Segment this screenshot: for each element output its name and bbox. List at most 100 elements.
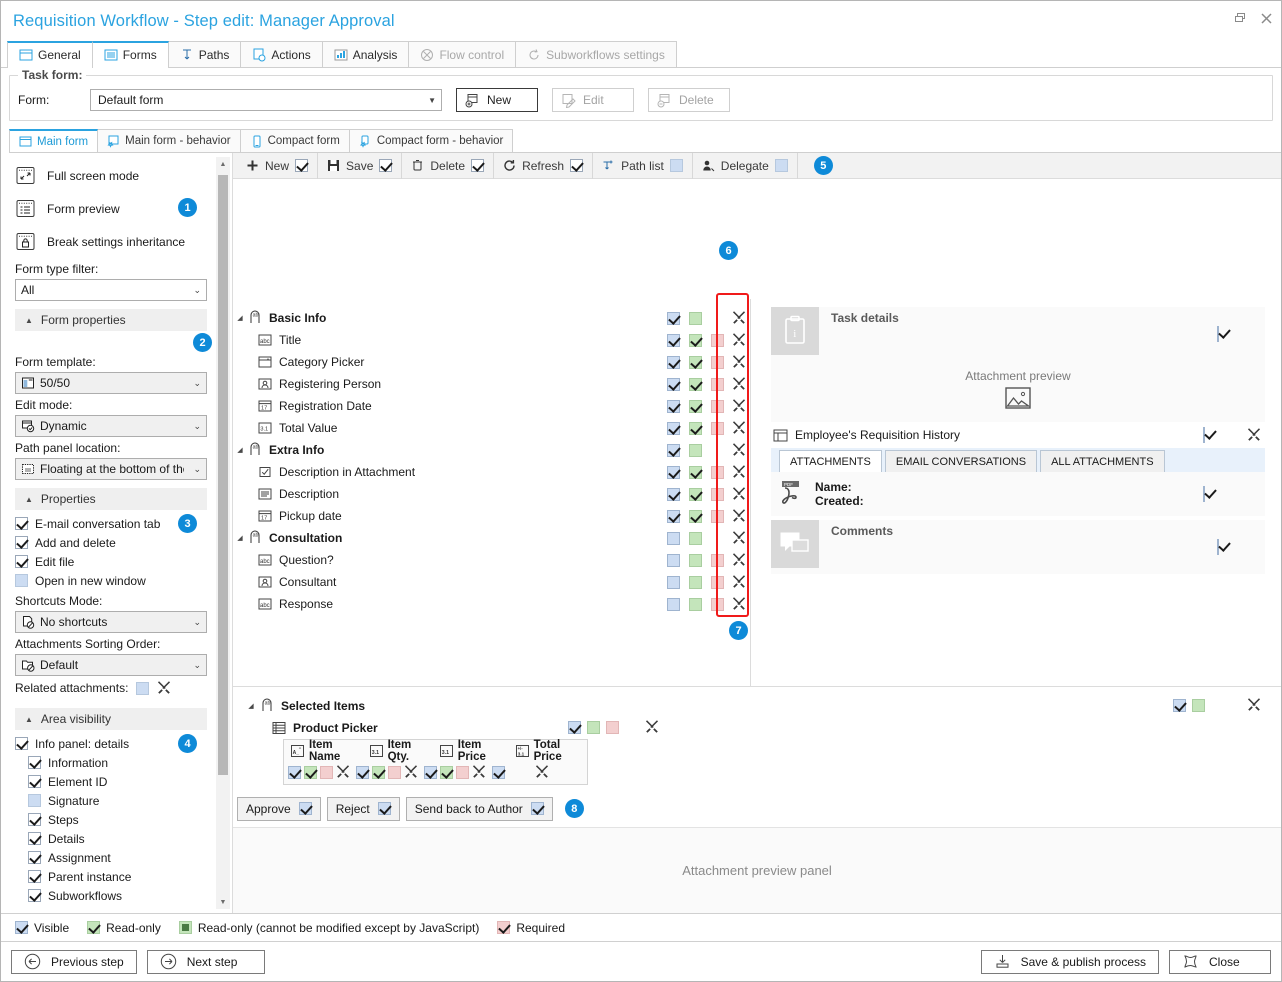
required-flag[interactable] xyxy=(710,465,724,479)
delete-form-button[interactable]: Delete xyxy=(648,88,730,112)
readonly-flag[interactable] xyxy=(688,377,702,391)
visible-flag[interactable] xyxy=(666,421,680,435)
tab-all-attachments[interactable]: ALL ATTACHMENTS xyxy=(1040,450,1165,472)
toolbar-path-list[interactable]: Path list xyxy=(593,152,693,179)
form-type-filter-select[interactable]: All ⌄ xyxy=(15,279,207,301)
required-flag[interactable] xyxy=(710,553,724,567)
area-element-id[interactable]: Element ID xyxy=(15,772,205,791)
readonly-flag[interactable] xyxy=(688,575,702,589)
history-visible-checkbox[interactable] xyxy=(1203,427,1205,443)
checkbox[interactable] xyxy=(28,775,41,788)
visible-flag[interactable] xyxy=(288,766,301,779)
required-flag[interactable] xyxy=(710,575,724,589)
required-flag[interactable] xyxy=(456,766,469,779)
checkbox[interactable] xyxy=(28,813,41,826)
required-flag[interactable] xyxy=(710,399,724,413)
properties-section-header[interactable]: ▲ Properties xyxy=(15,488,207,510)
tab-main-form-behavior[interactable]: Main form - behavior xyxy=(97,129,241,152)
tree-row-field[interactable]: abc Question? xyxy=(233,549,750,571)
tab-compact-form-behavior[interactable]: Compact form - behavior xyxy=(348,129,514,152)
task-details-visible-checkbox[interactable] xyxy=(1217,326,1219,342)
path-visible-checkbox[interactable] xyxy=(298,802,312,815)
tab-analysis[interactable]: Analysis xyxy=(321,41,410,67)
visible-flag[interactable] xyxy=(356,766,369,779)
selected-items-visible-checkbox[interactable] xyxy=(1173,699,1186,712)
readonly-flag[interactable] xyxy=(688,509,702,523)
checkbox[interactable] xyxy=(28,832,41,845)
readonly-flag[interactable] xyxy=(304,766,317,779)
form-preview-row[interactable]: Form preview 1 xyxy=(15,192,205,225)
tools-icon[interactable] xyxy=(732,310,746,327)
next-step-button[interactable]: Next step xyxy=(146,949,265,974)
checkbox[interactable] xyxy=(28,889,41,902)
tab-paths[interactable]: Paths xyxy=(167,41,242,67)
checkbox[interactable] xyxy=(28,870,41,883)
picker-readonly-checkbox[interactable] xyxy=(587,721,600,734)
toolbar-visible-checkbox[interactable] xyxy=(570,159,584,172)
selected-items-readonly-checkbox[interactable] xyxy=(1192,699,1205,712)
tree-row-field[interactable]: 3.1 Total Value xyxy=(233,417,750,439)
property-add-and-delete[interactable]: Add and delete xyxy=(15,533,205,552)
readonly-flag[interactable] xyxy=(688,597,702,611)
readonly-flag[interactable] xyxy=(688,531,702,545)
property-email-conversation-tab[interactable]: E-mail conversation tab xyxy=(15,514,205,533)
required-flag[interactable] xyxy=(710,487,724,501)
readonly-flag[interactable] xyxy=(688,421,702,435)
tab-forms[interactable]: Forms xyxy=(91,41,169,68)
close-icon[interactable] xyxy=(1257,9,1275,27)
toolbar-delete[interactable]: Delete xyxy=(402,152,495,179)
collapse-arrow-icon[interactable]: ◢ xyxy=(233,446,247,454)
tab-subworkflows-settings[interactable]: Subworkflows settings xyxy=(515,41,677,67)
form-dropdown[interactable]: Default form ▼ xyxy=(90,89,442,111)
tree-row-field[interactable]: abc Title xyxy=(233,329,750,351)
shortcuts-mode-select[interactable]: No shortcuts ⌄ xyxy=(15,611,207,633)
toolbar-visible-checkbox[interactable] xyxy=(471,159,485,172)
tree-row-field[interactable]: Registering Person xyxy=(233,373,750,395)
tree-row-field[interactable]: Category Picker xyxy=(233,351,750,373)
picker-required-checkbox[interactable] xyxy=(606,721,619,734)
readonly-flag[interactable] xyxy=(688,465,702,479)
tools-icon[interactable] xyxy=(1247,427,1261,444)
form-properties-section-header[interactable]: ▲ Form properties xyxy=(15,309,207,331)
tree-row-field[interactable]: Description xyxy=(233,483,750,505)
tree-row-field[interactable]: Consultant xyxy=(233,571,750,593)
related-attachments-checkbox[interactable] xyxy=(136,681,150,695)
tab-actions[interactable]: Actions xyxy=(240,41,323,67)
readonly-flag[interactable] xyxy=(688,311,702,325)
tools-icon[interactable] xyxy=(732,574,746,591)
new-form-button[interactable]: New xyxy=(456,88,538,112)
readonly-flag[interactable] xyxy=(688,553,702,567)
required-flag[interactable] xyxy=(320,766,333,779)
picker-visible-checkbox[interactable] xyxy=(568,721,581,734)
readonly-flag[interactable] xyxy=(688,443,702,457)
path-button-approve[interactable]: Approve xyxy=(237,796,321,821)
tab-compact-form[interactable]: Compact form xyxy=(239,129,350,152)
comments-visible-checkbox[interactable] xyxy=(1217,539,1219,555)
required-flag[interactable] xyxy=(710,355,724,369)
area-steps[interactable]: Steps xyxy=(15,810,205,829)
checkbox[interactable] xyxy=(15,555,28,568)
property-open-in-new-window[interactable]: Open in new window xyxy=(15,571,205,590)
tools-icon[interactable] xyxy=(404,764,418,781)
toolbar-visible-checkbox[interactable] xyxy=(379,159,393,172)
area-visibility-section-header[interactable]: ▲ Area visibility xyxy=(15,708,207,730)
scrollbar-thumb[interactable] xyxy=(218,175,228,775)
tools-icon[interactable] xyxy=(732,486,746,503)
tools-icon[interactable] xyxy=(732,354,746,371)
tree-row-group[interactable]: ◢ ab Extra Info xyxy=(233,439,750,461)
area-parent-instance[interactable]: Parent instance xyxy=(15,867,205,886)
tab-general[interactable]: General xyxy=(7,41,93,68)
required-flag[interactable] xyxy=(710,509,724,523)
visible-flag[interactable] xyxy=(492,766,505,779)
checkbox[interactable] xyxy=(15,536,28,549)
tree-row-group[interactable]: ◢ ab Consultation xyxy=(233,527,750,549)
selected-items-header[interactable]: ◢ ab Selected Items xyxy=(243,695,1265,717)
checkbox[interactable] xyxy=(28,756,41,769)
path-button-send-back-to-author[interactable]: Send back to Author xyxy=(405,796,553,821)
toolbar-delegate[interactable]: Delegate xyxy=(693,152,798,179)
toolbar-save[interactable]: Save xyxy=(318,152,403,179)
tab-flow-control[interactable]: Flow control xyxy=(408,41,517,67)
tab-main-form[interactable]: Main form xyxy=(9,129,99,152)
left-pane-scrollbar[interactable]: ▲ ▼ xyxy=(216,157,230,909)
tools-icon[interactable] xyxy=(732,508,746,525)
